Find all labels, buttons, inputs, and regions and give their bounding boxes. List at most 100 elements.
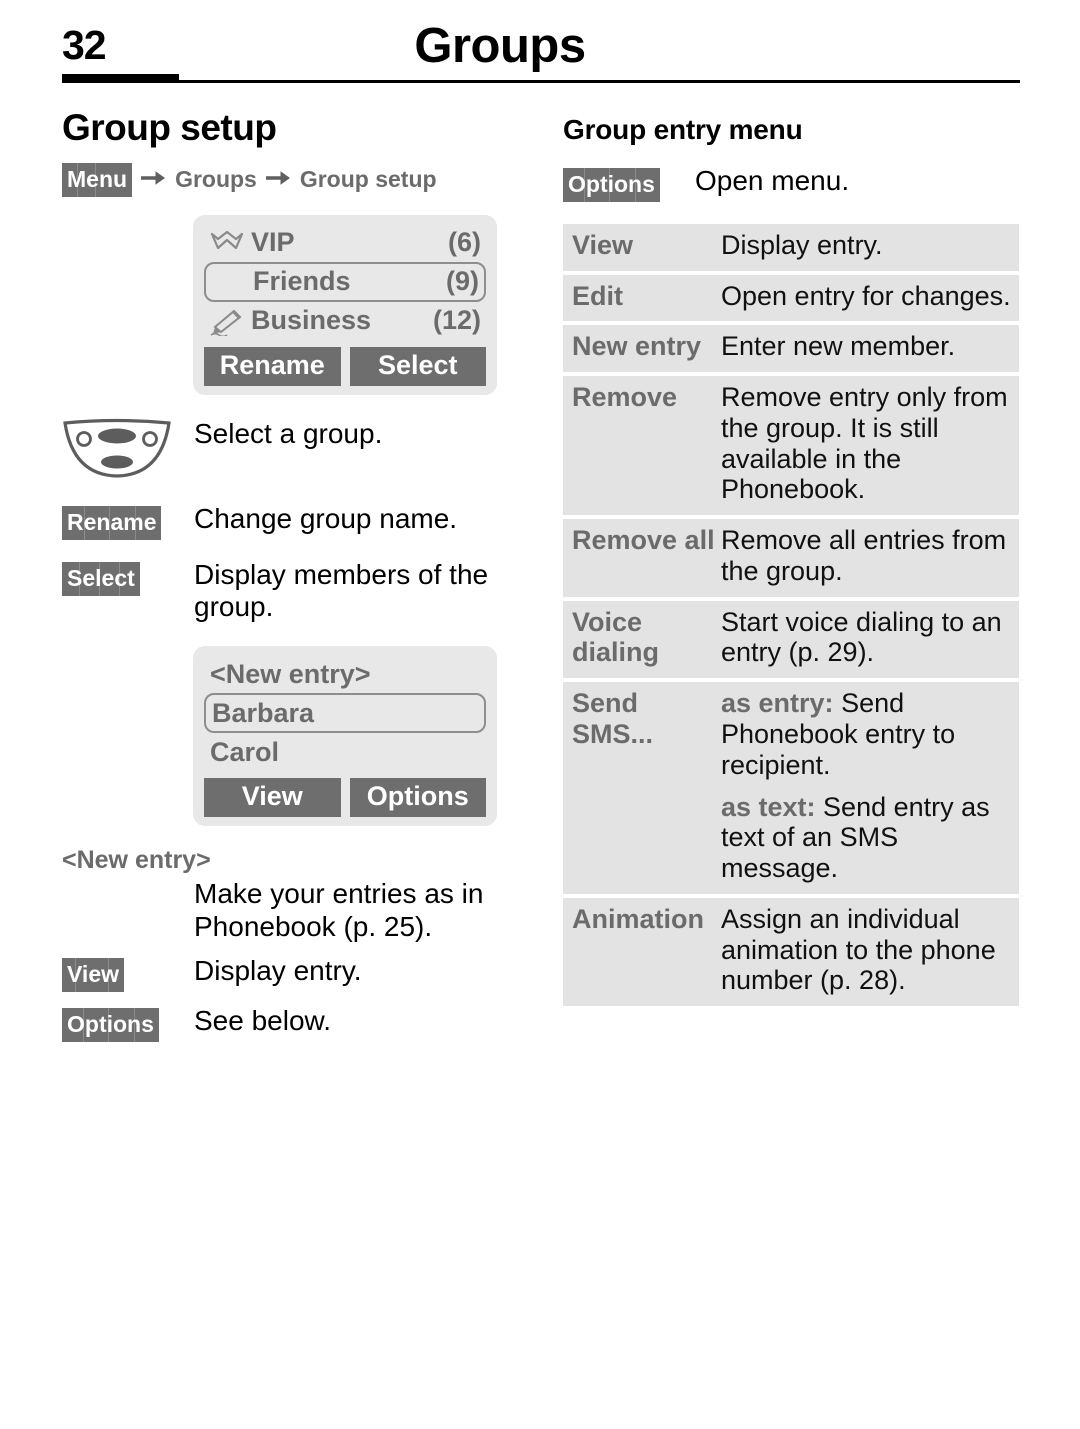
table-row[interactable]: Send SMS... as entry: Send Phonebook ent… (563, 682, 1019, 894)
table-row[interactable]: Animation Assign an individual animation… (563, 897, 1019, 1007)
options-intro-row: Options Open menu. (563, 164, 1019, 202)
member-row-carol[interactable]: Carol (204, 733, 486, 771)
menu-def-line: Open entry for changes. (721, 280, 1011, 311)
menu-def-line-as-text: as text: Send entry as text of an SMS me… (721, 792, 1014, 884)
page-header: 32 Groups (0, 0, 1080, 92)
screen-softkey-select[interactable]: Select (349, 346, 486, 386)
member-row-barbara[interactable]: Barbara (204, 693, 486, 734)
menu-def-line: Remove entry only from the group. It is … (721, 382, 1008, 505)
menu-def-remove-all: Remove all entries from the group. (721, 525, 1019, 587)
softkey-select-wrap: Select (62, 558, 194, 596)
screen-softkey-view[interactable]: View (204, 778, 341, 818)
menu-def-view: Display entry. (721, 230, 1019, 261)
group-list-screen: VIP (6) Friends (9) Business (12) Rename… (193, 214, 497, 395)
group-screen-softkey-bar: Rename Select (204, 346, 486, 386)
softkey-options-intro[interactable]: Options (563, 167, 660, 202)
menu-def-animation: Assign an individual animation to the ph… (721, 904, 1019, 996)
softkey-options-wrap: Options (62, 1004, 194, 1042)
menu-term-view: View (572, 229, 634, 260)
menu-def-remove: Remove entry only from the group. It is … (721, 382, 1019, 505)
menu-term-animation: Animation (572, 903, 704, 934)
menu-def-line: Display entry. (721, 229, 883, 260)
softkey-view-wrap: View (62, 954, 194, 992)
member-label-barbara: Barbara (212, 697, 315, 728)
group-count-business: (12) (432, 305, 481, 336)
group-row-vip[interactable]: VIP (6) (204, 224, 486, 262)
breadcrumb: Menu Groups Group setup (62, 162, 532, 197)
softkey-rename-label: Rename (67, 508, 157, 535)
right-column: Group entry menu Options Open menu. View… (563, 108, 1019, 1010)
new-entry-desc: Make your entries as in Phonebook (p. 25… (194, 878, 484, 942)
menu-term-remove: Remove (572, 382, 678, 413)
softkey-rename[interactable]: Rename (62, 505, 162, 540)
chapter-title: Groups (414, 19, 586, 73)
menu-term-voice-dialing: Voice dialing (572, 606, 659, 668)
softkey-view-label: View (67, 960, 119, 987)
action-desc-options: See below. (194, 1004, 331, 1036)
menu-def-line: Start voice dialing to an entry (p. 29). (721, 606, 1002, 668)
action-options: Options See below. (62, 1004, 532, 1042)
crown-icon (209, 229, 251, 257)
breadcrumb-step-groups: Groups (175, 166, 257, 193)
group-entry-menu-title: Group entry menu (563, 114, 803, 145)
header-rule (62, 80, 1020, 83)
softkey-options-intro-wrap: Options (563, 164, 695, 202)
softkey-menu-label: Menu (67, 165, 128, 192)
group-row-business[interactable]: Business (12) (204, 302, 486, 340)
softkey-options-label: Options (67, 1010, 154, 1037)
table-row[interactable]: New entry Enter new member. (563, 325, 1019, 373)
options-intro-desc: Open menu. (695, 164, 850, 196)
softkey-view[interactable]: View (62, 957, 124, 992)
member-label-carol: Carol (210, 736, 280, 767)
left-column: Group setup Menu Groups Group setup VIP … (62, 107, 532, 1056)
navigation-key-icon[interactable] (62, 417, 194, 484)
member-label-new-entry: <New entry> (210, 658, 371, 689)
group-entry-menu-table: View Display entry. Edit Open entry for … (563, 223, 1019, 1007)
action-select-group: Select a group. (62, 417, 532, 484)
right-arrow-icon (141, 167, 166, 192)
menu-def-lead-as-text: as text: (721, 791, 816, 822)
screen-softkey-rename[interactable]: Rename (204, 346, 341, 386)
menu-def-send-sms: as entry: Send Phonebook entry to recipi… (721, 688, 1019, 884)
members-screen-softkey-bar: View Options (204, 778, 486, 818)
table-row[interactable]: Edit Open entry for changes. (563, 274, 1019, 322)
menu-def-line: Enter new member. (721, 331, 956, 362)
menu-term-new-entry: New entry (572, 331, 702, 362)
new-entry-heading: <New entry> (62, 846, 211, 875)
table-row[interactable]: Remove Remove entry only from the group.… (563, 376, 1019, 516)
softkey-options-intro-label: Options (568, 170, 655, 197)
softkey-select[interactable]: Select (62, 561, 140, 596)
menu-term-send-sms: Send SMS... (572, 688, 654, 749)
pen-icon (209, 306, 251, 336)
menu-def-line: Remove all entries from the group. (721, 525, 1007, 586)
group-count-vip: (6) (448, 227, 481, 258)
softkey-options[interactable]: Options (62, 1007, 159, 1042)
menu-term-remove-all: Remove all (572, 525, 715, 556)
new-entry-block: <New entry> Make your entries as in Phon… (62, 846, 532, 944)
menu-def-edit: Open entry for changes. (721, 281, 1019, 312)
table-row[interactable]: Remove all Remove all entries from the g… (563, 519, 1019, 597)
page-title: Group setup (62, 107, 277, 148)
group-row-friends[interactable]: Friends (9) (204, 261, 486, 302)
group-label-business: Business (251, 305, 372, 336)
menu-def-line: Assign an individual animation to the ph… (721, 903, 996, 996)
action-desc-view: Display entry. (194, 954, 362, 986)
menu-def-line-as-entry: as entry: Send Phonebook entry to recipi… (721, 688, 1014, 780)
screen-softkey-options[interactable]: Options (349, 778, 486, 818)
header-rule-accent (62, 74, 179, 83)
group-label-friends: Friends (253, 266, 351, 297)
menu-def-lead-as-entry: as entry: (721, 688, 834, 719)
action-desc-select: Display members of the group. (194, 558, 489, 623)
table-row[interactable]: View Display entry. (563, 223, 1019, 271)
action-rename: Rename Change group name. (62, 502, 532, 540)
menu-def-new-entry: Enter new member. (721, 331, 1019, 362)
group-members-screen: <New entry> Barbara Carol View Options (193, 646, 497, 827)
right-arrow-icon-2 (265, 167, 291, 192)
action-view: View Display entry. (62, 954, 532, 992)
action-desc-select-group: Select a group. (194, 417, 383, 449)
softkey-menu[interactable]: Menu (62, 162, 133, 197)
softkey-select-label: Select (67, 564, 135, 591)
action-select: Select Display members of the group. (62, 558, 532, 625)
table-row[interactable]: Voice dialing Start voice dialing to an … (563, 600, 1019, 679)
member-row-new-entry[interactable]: <New entry> (204, 655, 486, 693)
